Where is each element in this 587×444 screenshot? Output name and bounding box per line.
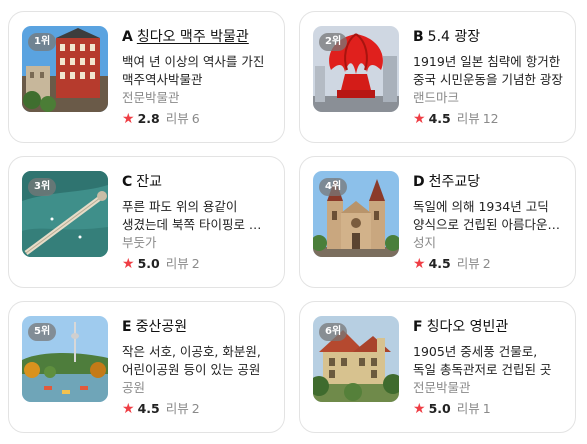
place-letter-marker: B	[413, 29, 424, 45]
place-thumbnail[interactable]: 5위	[22, 316, 108, 402]
place-thumbnail[interactable]: 6위	[313, 316, 399, 402]
star-icon: ★	[413, 256, 426, 272]
place-name[interactable]: 칭다오 영빈관	[427, 319, 509, 335]
rank-badge: 3위	[28, 178, 57, 196]
place-letter-marker: E	[122, 319, 132, 335]
place-name[interactable]: 잔교	[136, 174, 162, 190]
place-thumbnail[interactable]: 1위	[22, 26, 108, 112]
star-icon: ★	[122, 401, 135, 417]
place-category: 전문박물관	[122, 90, 180, 105]
place-letter-marker: F	[413, 319, 423, 335]
place-title[interactable]: D 천주교당	[413, 171, 563, 193]
place-category: 전문박물관	[413, 380, 471, 395]
place-category: 부둣가	[122, 235, 157, 250]
rank-badge: 5위	[28, 323, 57, 341]
place-title[interactable]: C 잔교	[122, 171, 272, 193]
review-label: 리뷰	[165, 401, 189, 416]
place-title[interactable]: F 칭다오 영빈관	[413, 316, 563, 338]
review-count: 2	[482, 256, 491, 271]
star-icon: ★	[122, 256, 135, 272]
review-count: 12	[482, 111, 499, 126]
attraction-grid: 1위 A 칭다오 맥주 박물관 백여 년 이상의 역사를 가진 맥주역사박물관 전…	[0, 0, 587, 444]
rating-row: ★ 4.5 리뷰 2	[413, 254, 563, 274]
review-label: 리뷰	[456, 401, 480, 416]
rating-score: 5.0	[428, 401, 451, 416]
rating-score: 5.0	[137, 256, 160, 271]
place-thumbnail[interactable]: 4위	[313, 171, 399, 257]
place-title[interactable]: E 중산공원	[122, 316, 272, 338]
place-title[interactable]: B 5.4 광장	[413, 26, 563, 48]
place-card-d[interactable]: 4위 D 천주교당 독일에 의해 1934년 고딕 양식으로 건립된 아름다운 성…	[299, 156, 576, 288]
rating-score: 4.5	[137, 401, 160, 416]
place-card-e[interactable]: 5위 E 중산공원 작은 서호, 이공호, 화분원, 어린이공원 등이 있는 공원…	[8, 301, 285, 433]
place-name-link[interactable]: 칭다오 맥주 박물관	[137, 29, 249, 45]
place-description: 독일에 의해 1934년 고딕 양식으로 건립된 아름다운 성당	[413, 199, 549, 232]
place-description: 작은 서호, 이공호, 화분원, 어린이공원 등이 있는 공원	[122, 344, 261, 377]
place-title[interactable]: A 칭다오 맥주 박물관	[122, 26, 272, 48]
rating-score: 4.5	[428, 256, 451, 271]
place-thumbnail[interactable]: 3위	[22, 171, 108, 257]
place-category: 공원	[122, 380, 146, 395]
place-name[interactable]: 천주교당	[429, 174, 481, 190]
review-count: 2	[191, 401, 200, 416]
rating-row: ★ 4.5 리뷰 2	[122, 399, 272, 419]
rank-badge: 2위	[319, 33, 348, 51]
place-name[interactable]: 중산공원	[136, 319, 188, 335]
star-icon: ★	[413, 111, 426, 127]
star-icon: ★	[413, 401, 426, 417]
review-label: 리뷰	[456, 111, 480, 126]
rank-badge: 6위	[319, 323, 348, 341]
place-letter-marker: C	[122, 174, 133, 190]
rating-row: ★ 4.5 리뷰 12	[413, 109, 563, 129]
place-letter-marker: D	[413, 174, 425, 190]
review-label: 리뷰	[165, 111, 189, 126]
review-label: 리뷰	[456, 256, 480, 271]
rank-badge: 1위	[28, 33, 57, 51]
place-card-a[interactable]: 1위 A 칭다오 맥주 박물관 백여 년 이상의 역사를 가진 맥주역사박물관 전…	[8, 11, 285, 143]
rating-score: 4.5	[428, 111, 451, 126]
place-name[interactable]: 5.4 광장	[428, 29, 480, 45]
place-description: 백여 년 이상의 역사를 가진 맥주역사박물관	[122, 54, 265, 87]
place-letter-marker: A	[122, 29, 133, 45]
place-card-b[interactable]: 2위 B 5.4 광장 1919년 일본 침략에 항거한 중국 시민운동을 기념한…	[299, 11, 576, 143]
place-card-f[interactable]: 6위 F 칭다오 영빈관 1905년 중세풍 건물로, 독일 총독관저로 건립된 …	[299, 301, 576, 433]
place-category: 랜드마크	[413, 90, 460, 105]
review-label: 리뷰	[165, 256, 189, 271]
review-count: 1	[482, 401, 491, 416]
place-thumbnail[interactable]: 2위	[313, 26, 399, 112]
place-description: 1919년 일본 침략에 항거한 중국 시민운동을 기념한 광장	[413, 54, 563, 87]
rating-row: ★ 2.8 리뷰 6	[122, 109, 272, 129]
rating-row: ★ 5.0 리뷰 2	[122, 254, 272, 274]
rating-row: ★ 5.0 리뷰 1	[413, 399, 563, 419]
review-count: 2	[191, 256, 200, 271]
place-description: 1905년 중세풍 건물로, 독일 총독관저로 건립된 곳	[413, 344, 552, 377]
rating-score: 2.8	[137, 111, 160, 126]
rank-badge: 4위	[319, 178, 348, 196]
place-description: 푸른 파도 위의 용같이 생겼는데 북쪽 타이핑로 끝에 있다	[122, 199, 272, 232]
place-card-c[interactable]: 3위 C잔교 푸른 파도 위의 용같이 생겼는데 북쪽 타이핑로 끝에 있다 부…	[8, 156, 285, 288]
star-icon: ★	[122, 111, 135, 127]
place-category: 성지	[413, 235, 437, 250]
review-count: 6	[191, 111, 200, 126]
